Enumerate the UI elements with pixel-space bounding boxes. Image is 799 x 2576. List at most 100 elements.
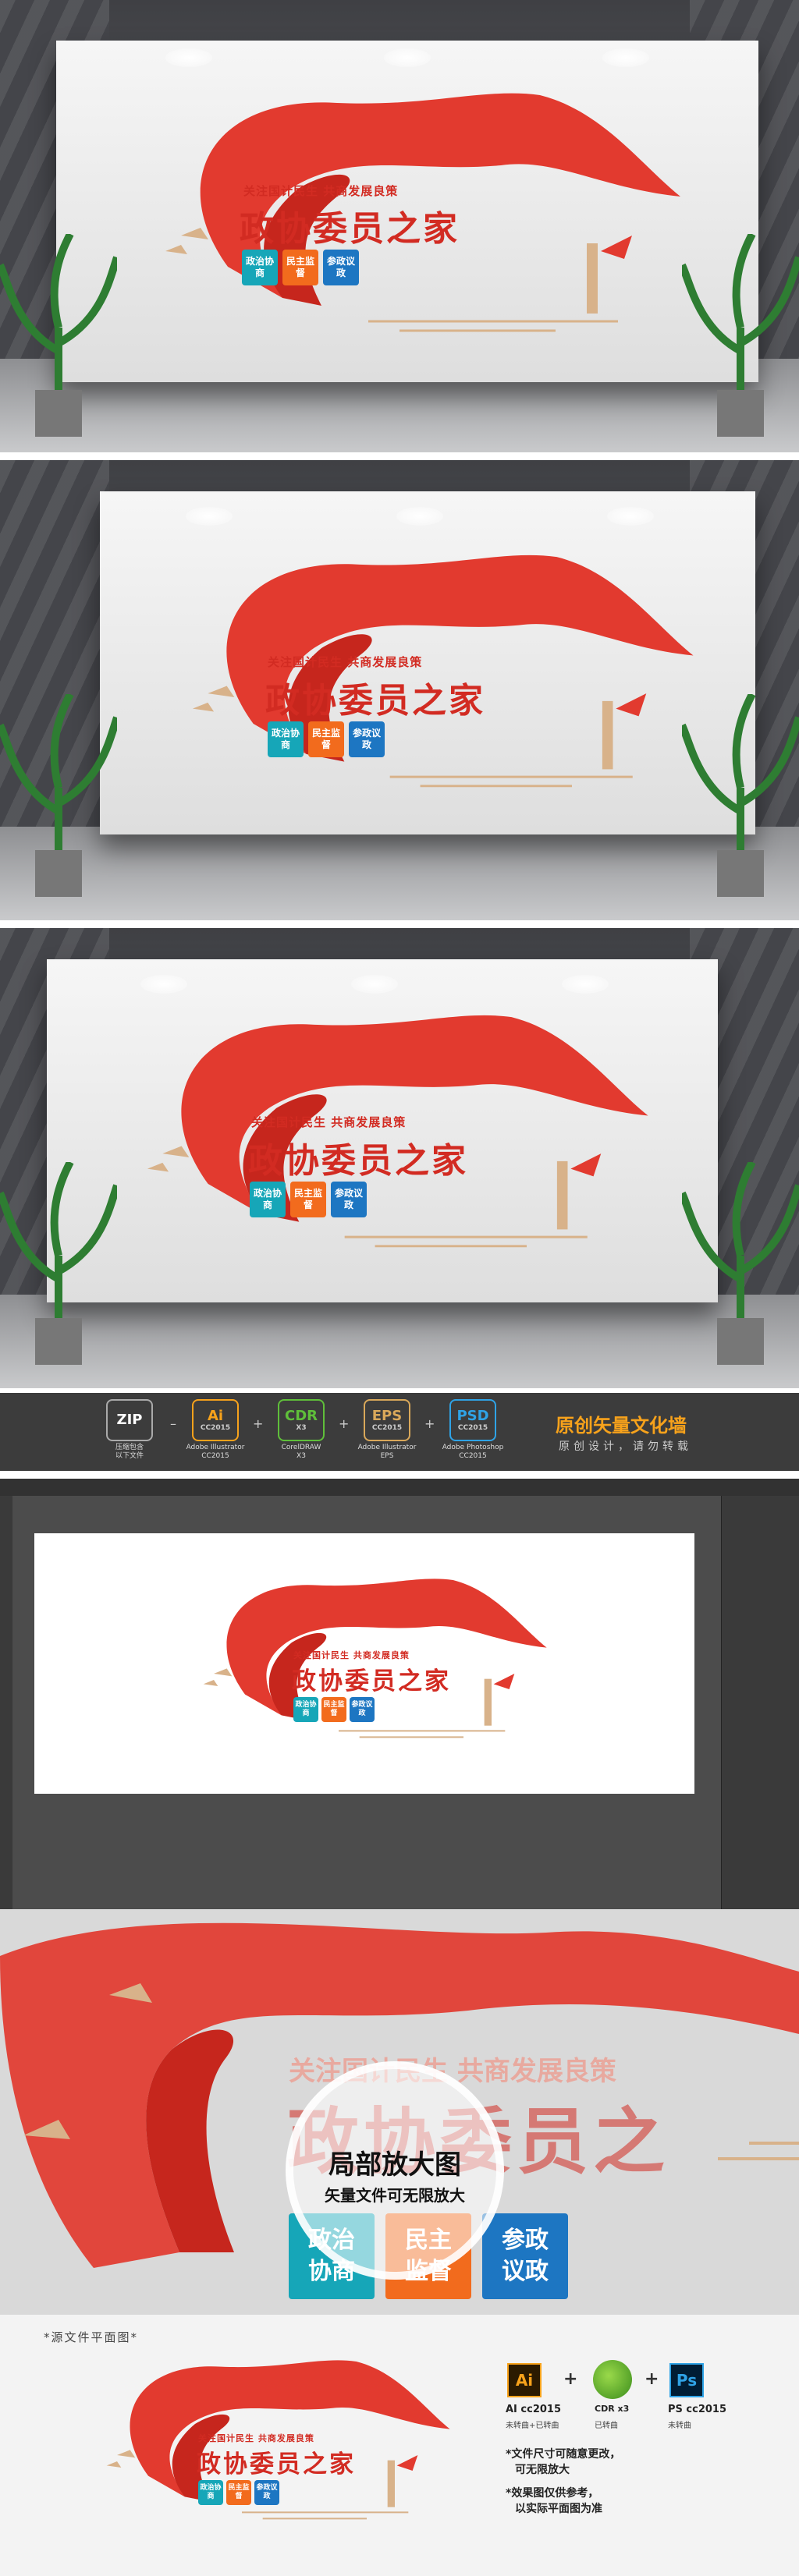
format-bar-subheading: 原创设计，请勿转载 bbox=[559, 1440, 692, 1453]
plant-icon bbox=[682, 1162, 799, 1365]
plant-icon bbox=[682, 694, 799, 897]
spotlight bbox=[384, 48, 431, 67]
scene-3: 关注国计民生 共商发展良策 政协委员之家 政治协商 民主监督 参政议政 bbox=[0, 928, 799, 1388]
illustrator-icon: Ai CC2015 bbox=[192, 1399, 239, 1441]
plant-icon bbox=[0, 234, 117, 437]
display-wall: 关注国计民生 共商发展良策 政协委员之家 政治协商 民主监督 参政议政 bbox=[47, 959, 718, 1302]
format-caption: CorelDRAW X3 bbox=[281, 1444, 321, 1460]
zoom-magnifier: 局部放大图 矢量文件可无限放大 bbox=[286, 2061, 504, 2280]
plant-icon bbox=[0, 694, 117, 897]
operator: – bbox=[170, 1416, 176, 1431]
spotlight bbox=[165, 48, 212, 67]
software-name: AI cc2015 bbox=[506, 2404, 562, 2415]
badge-political: 政治协商 bbox=[250, 1182, 286, 1217]
spotlight bbox=[186, 507, 233, 526]
badge-participate: 参政议政 bbox=[349, 721, 385, 757]
photoshop-icon: PSD CC2015 bbox=[449, 1399, 496, 1441]
badge-political: 政治协商 bbox=[198, 2480, 223, 2505]
display-wall: 关注国计民生 共商发展良策 政协委员之家 政治协商 民主监督 参政议政 bbox=[56, 41, 758, 382]
badge-democratic: 民主监督 bbox=[321, 1697, 346, 1722]
note-line: 以实际平面图为准 bbox=[515, 2503, 602, 2515]
format-psd: PSD CC2015 Adobe Photoshop CC2015 bbox=[435, 1399, 510, 1461]
logo-slogan: 关注国计民生 共商发展良策 bbox=[268, 655, 423, 669]
spotlight bbox=[351, 975, 398, 994]
logo-title: 政协委员之家 bbox=[292, 1667, 451, 1695]
logo-badges: 政治协商 民主监督 参政议政 bbox=[198, 2480, 279, 2505]
pillar-icon bbox=[587, 243, 598, 314]
software-note: 未转曲+已转曲 bbox=[506, 2422, 559, 2430]
ribbon-icon bbox=[147, 1015, 648, 1248]
zoom-heading: 局部放大图 bbox=[328, 2149, 461, 2181]
badge-political: 政治协商 bbox=[242, 250, 278, 285]
badge-democratic: 民主监督 bbox=[282, 250, 318, 285]
badge-participate: 参政议政 bbox=[331, 1182, 367, 1217]
logo-slogan: 关注国计民生 共商发展良策 bbox=[243, 184, 399, 198]
eps-icon: EPS CC2015 bbox=[364, 1399, 410, 1441]
format-caption: Adobe Photoshop CC2015 bbox=[442, 1444, 504, 1460]
format-caption: Adobe Illustrator CC2015 bbox=[186, 1444, 245, 1460]
logo-slogan: 关注国计民生 共商发展良策 bbox=[198, 2433, 314, 2443]
editor-panels[interactable] bbox=[721, 1496, 799, 1909]
badge-participate: 参政议政 bbox=[350, 1697, 375, 1722]
badge-participate: 参政议政 bbox=[323, 250, 359, 285]
note-line: *效果图仅供参考， bbox=[506, 2487, 599, 2500]
logo-badges: 政治协商 民主监督 参政议政 bbox=[268, 721, 385, 757]
software-name: PS cc2015 bbox=[668, 2404, 727, 2415]
badge-political: 政治协商 bbox=[293, 1697, 318, 1722]
note-line: *文件尺寸可随意更改， bbox=[506, 2448, 621, 2461]
format-bar: ZIP 压缩包含 以下文件 – Ai CC2015 Adobe Illustrat… bbox=[0, 1393, 799, 1471]
format-caption: Adobe Illustrator EPS bbox=[357, 1444, 417, 1460]
operator: + bbox=[253, 1416, 264, 1431]
logo-slogan: 关注国计民生 共商发展良策 bbox=[251, 1115, 407, 1129]
photoshop-icon: Ps bbox=[669, 2363, 704, 2397]
logo-title: 政协委员之家 bbox=[265, 681, 485, 721]
flag-icon bbox=[601, 236, 632, 259]
artboard[interactable]: 关注国计民生 共商发展良策 政协委员之家 政治协商 民主监督 参政议政 bbox=[34, 1533, 694, 1794]
cloud-line-icon bbox=[368, 320, 618, 332]
format-zip: ZIP 压缩包含 以下文件 bbox=[92, 1399, 167, 1461]
spotlight bbox=[396, 507, 443, 526]
operator: + bbox=[424, 1416, 435, 1431]
spotlight bbox=[562, 975, 609, 994]
format-cdr: CDR X3 CorelDRAW X3 bbox=[264, 1399, 339, 1461]
spotlight bbox=[140, 975, 187, 994]
source-label: *源文件平面图* bbox=[44, 2330, 139, 2344]
logo-title: 政协委员之家 bbox=[248, 1141, 468, 1181]
floor bbox=[0, 1295, 799, 1388]
format-bar-heading: 原创矢量文化墙 bbox=[556, 1415, 687, 1437]
source-footer: *源文件平面图* 关注国计民生 共商发展良策 政协委员之家 政治协商 民主监督 … bbox=[0, 2315, 799, 2576]
format-caption: 压缩包含 以下文件 bbox=[115, 1444, 144, 1460]
floor bbox=[0, 827, 799, 920]
logo-title: 政协委员之家 bbox=[197, 2450, 356, 2479]
zoom-detail: 关注国计民生 共商发展良策 政协委员之 政治协商 民主监督 参政议政 局部放大图… bbox=[0, 1909, 799, 2315]
badge-participate: 参政议政 bbox=[482, 2213, 568, 2299]
zoom-subheading: 矢量文件可无限放大 bbox=[325, 2186, 465, 2205]
zip-icon: ZIP bbox=[106, 1399, 153, 1441]
badge-democratic: 民主监督 bbox=[290, 1182, 326, 1217]
display-wall: 关注国计民生 共商发展良策 政协委员之家 政治协商 民主监督 参政议政 bbox=[100, 491, 755, 834]
spotlight bbox=[602, 48, 649, 67]
software-name: CDR x3 bbox=[595, 2404, 630, 2414]
logo-slogan: 关注国计民生 共商发展良策 bbox=[293, 1650, 410, 1660]
badge-democratic: 民主监督 bbox=[226, 2480, 251, 2505]
cloud-line-icon bbox=[718, 2142, 799, 2160]
badge-democratic: 民主监督 bbox=[308, 721, 344, 757]
spotlight bbox=[607, 507, 654, 526]
logo-badges: 政治协商 民主监督 参政议政 bbox=[293, 1697, 375, 1722]
editor-menubar bbox=[0, 1479, 799, 1496]
logo-badges: 政治协商 民主监督 参政议政 bbox=[250, 1182, 367, 1217]
software-note: 已转曲 bbox=[595, 2422, 618, 2430]
plus-icon: + bbox=[645, 2369, 659, 2389]
plant-icon bbox=[0, 1162, 117, 1365]
logo-badges: 政治协商 民主监督 参政议政 bbox=[242, 250, 359, 285]
format-eps: EPS CC2015 Adobe Illustrator EPS bbox=[350, 1399, 424, 1461]
coreldraw-icon bbox=[593, 2360, 632, 2399]
ribbon-icon bbox=[192, 555, 694, 788]
dove-icon bbox=[165, 228, 208, 254]
editor-toolbar[interactable] bbox=[0, 1496, 12, 1909]
scene-2: 关注国计民生 共商发展良策 政协委员之家 政治协商 民主监督 参政议政 bbox=[0, 460, 799, 920]
logo-title: 政协委员之家 bbox=[240, 209, 460, 249]
plus-icon: + bbox=[563, 2369, 578, 2389]
scene-1: 关注国计民生 共商发展良策 政协委员之家 政治协商 民主监督 参政议政 bbox=[0, 0, 799, 452]
illustrator-icon: Ai bbox=[507, 2363, 542, 2397]
